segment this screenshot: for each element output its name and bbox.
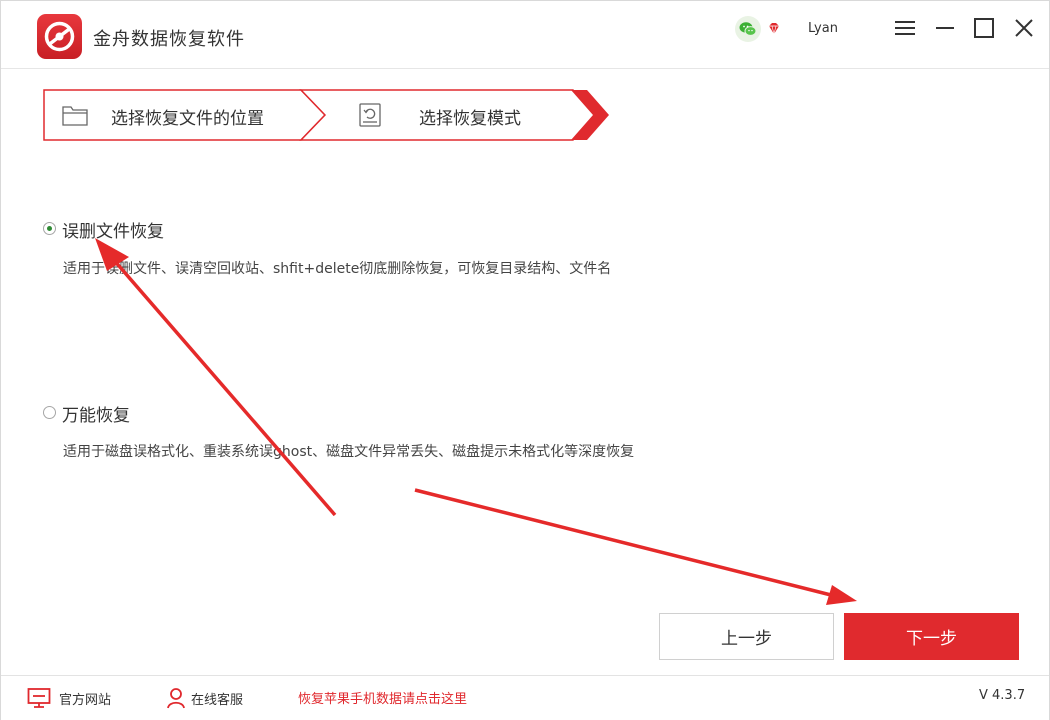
app-logo [37, 14, 82, 59]
wechat-icon[interactable] [735, 16, 761, 42]
option-universal-recovery[interactable]: 万能恢复 适用于磁盘误格式化、重装系统误ghost、磁盘文件异常丢失、磁盘提示未… [43, 401, 763, 471]
online-support-link[interactable]: 在线客服 [166, 687, 243, 709]
apple-recovery-link[interactable]: 恢复苹果手机数据请点击这里 [298, 688, 467, 707]
official-website-label[interactable]: 官方网站 [59, 689, 111, 708]
step-1: 选择恢复文件的位置 [43, 89, 325, 141]
app-title: 金舟数据恢复软件 [93, 29, 245, 50]
option-universal-description: 适用于磁盘误格式化、重装系统误ghost、磁盘文件异常丢失、磁盘提示未格式化等深… [63, 444, 635, 460]
next-step-button[interactable]: 下一步 [844, 613, 1019, 660]
option-deleted-file-recovery[interactable]: 误删文件恢复 适用于误删文件、误清空回收站、shfit+delete彻底删除恢复… [43, 217, 743, 287]
option-universal-radio[interactable] [43, 406, 56, 419]
option-deleted-description: 适用于误删文件、误清空回收站、shfit+delete彻底删除恢复，可恢复目录结… [63, 261, 612, 277]
folder-icon [62, 106, 88, 126]
close-icon[interactable] [1011, 15, 1037, 41]
step-2-label: 选择恢复模式 [419, 109, 521, 129]
version-label: V 4.3.7 [979, 688, 1026, 703]
official-website-link[interactable]: 官方网站 [27, 687, 111, 709]
restore-disk-icon [359, 103, 381, 127]
online-support-label[interactable]: 在线客服 [191, 689, 243, 708]
vip-diamond-icon[interactable] [767, 21, 781, 35]
customer-service-icon [167, 688, 185, 709]
title-bar: 金舟数据恢复软件 Lyan [1, 1, 1049, 69]
step-1-label: 选择恢复文件的位置 [111, 109, 264, 129]
prev-step-button[interactable]: 上一步 [659, 613, 834, 660]
option-deleted-radio[interactable] [43, 222, 56, 235]
menu-icon[interactable] [892, 15, 918, 41]
footer-bar: 官方网站 在线客服 恢复苹果手机数据请点击这里 V 4.3.7 [1, 675, 1049, 720]
app-window: 金舟数据恢复软件 Lyan 选择恢复文件的位置 选择恢复模式 误删文件恢复 适用… [0, 0, 1050, 720]
minimize-icon[interactable] [932, 15, 958, 41]
step-indicator: 选择恢复文件的位置 选择恢复模式 [43, 89, 609, 141]
option-deleted-title[interactable]: 误删文件恢复 [62, 217, 164, 242]
user-name[interactable]: Lyan [808, 21, 838, 36]
maximize-icon[interactable] [971, 15, 997, 41]
option-universal-title[interactable]: 万能恢复 [62, 401, 130, 426]
monitor-icon [27, 688, 51, 708]
step-2: 选择恢复模式 [325, 89, 595, 141]
